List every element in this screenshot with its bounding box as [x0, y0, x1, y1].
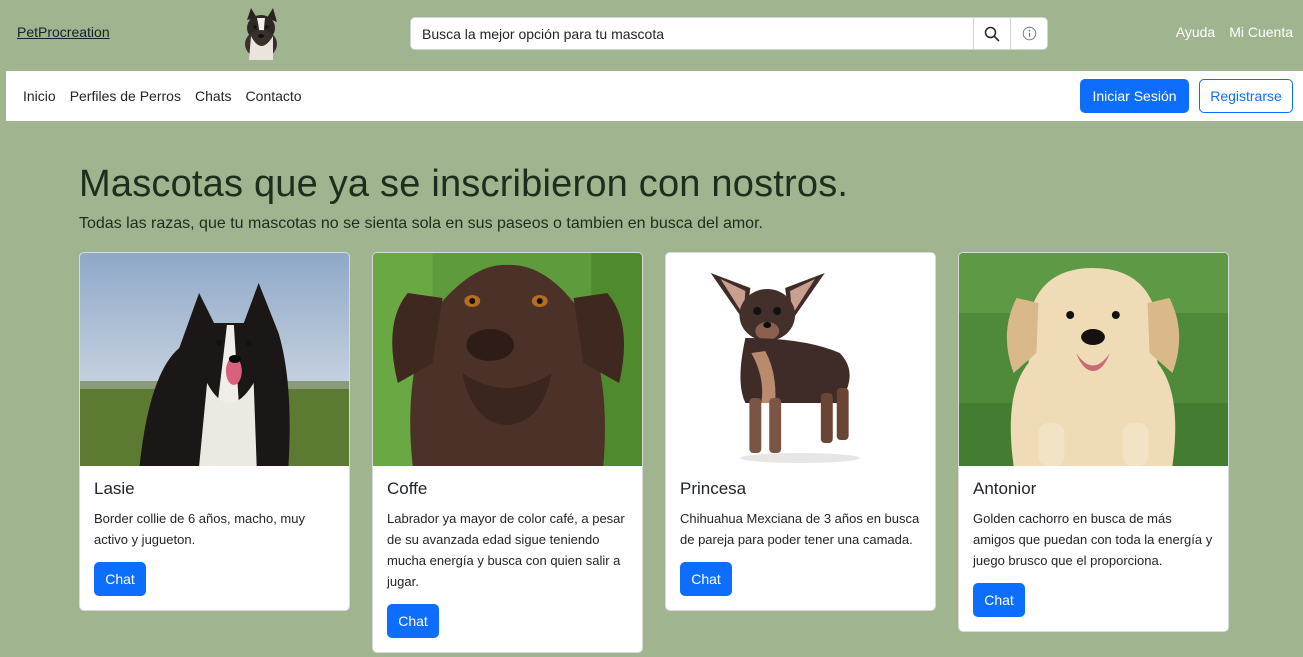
pet-card: Princesa Chihuahua Mexciana de 3 años en… — [665, 252, 936, 611]
pet-photo-golden-puppy — [959, 253, 1228, 466]
pet-name: Antonior — [973, 479, 1037, 498]
chat-button[interactable]: Chat — [680, 562, 732, 596]
pet-description: Chihuahua Mexciana de 3 años en busca de… — [680, 511, 920, 547]
pet-description: Labrador ya mayor de color café, a pesar… — [387, 511, 625, 589]
chat-button[interactable]: Chat — [94, 562, 146, 596]
pet-description: Border collie de 6 años, macho, muy acti… — [94, 511, 305, 547]
card-body: Coffe Labrador ya mayor de color café, a… — [373, 466, 642, 652]
top-bar: PetProcreation Ayuda Mi Cuent — [6, 4, 1303, 70]
nav-item-inicio[interactable]: Inicio — [23, 88, 56, 104]
pet-name: Princesa — [680, 479, 747, 498]
pet-description: Golden cachorro en busca de más amigos q… — [973, 511, 1213, 568]
my-account-link[interactable]: Mi Cuenta — [1229, 24, 1293, 40]
chat-button[interactable]: Chat — [387, 604, 439, 638]
card-body: Antonior Golden cachorro en busca de más… — [959, 466, 1228, 631]
pet-card: Lasie Border collie de 6 años, macho, mu… — [79, 252, 350, 611]
info-icon — [1022, 26, 1036, 41]
chat-button[interactable]: Chat — [973, 583, 1025, 617]
nav-item-contacto[interactable]: Contacto — [246, 88, 302, 104]
search-input[interactable] — [411, 18, 973, 49]
header-links: Ayuda Mi Cuenta — [1176, 24, 1293, 40]
nav-item-chats[interactable]: Chats — [195, 88, 232, 104]
pet-name: Coffe — [387, 479, 428, 498]
dog-logo-icon — [237, 6, 283, 60]
pet-photo-border-collie — [80, 253, 349, 466]
nav-item-perfiles[interactable]: Perfiles de Perros — [70, 88, 181, 104]
pet-photo-labrador — [373, 253, 642, 466]
info-button[interactable] — [1010, 18, 1047, 49]
nav-bar: Inicio Perfiles de Perros Chats Contacto… — [6, 71, 1303, 121]
nav-links: Inicio Perfiles de Perros Chats Contacto — [23, 88, 302, 104]
brand-link[interactable]: PetProcreation — [17, 24, 110, 40]
search-bar — [410, 17, 1048, 50]
pet-name: Lasie — [94, 479, 135, 498]
card-body: Princesa Chihuahua Mexciana de 3 años en… — [666, 466, 935, 610]
help-link[interactable]: Ayuda — [1176, 24, 1215, 40]
search-icon — [984, 26, 1000, 41]
login-button[interactable]: Iniciar Sesión — [1080, 79, 1189, 113]
page-title: Mascotas que ya se inscribieron con nost… — [79, 163, 849, 205]
pet-photo-chihuahua — [666, 253, 935, 466]
search-button[interactable] — [973, 18, 1010, 49]
pet-card: Coffe Labrador ya mayor de color café, a… — [372, 252, 643, 653]
pet-card: Antonior Golden cachorro en busca de más… — [958, 252, 1229, 632]
page-subtitle: Todas las razas, que tu mascotas no se s… — [79, 215, 763, 232]
card-body: Lasie Border collie de 6 años, macho, mu… — [80, 466, 349, 610]
register-button[interactable]: Registrarse — [1199, 79, 1293, 113]
